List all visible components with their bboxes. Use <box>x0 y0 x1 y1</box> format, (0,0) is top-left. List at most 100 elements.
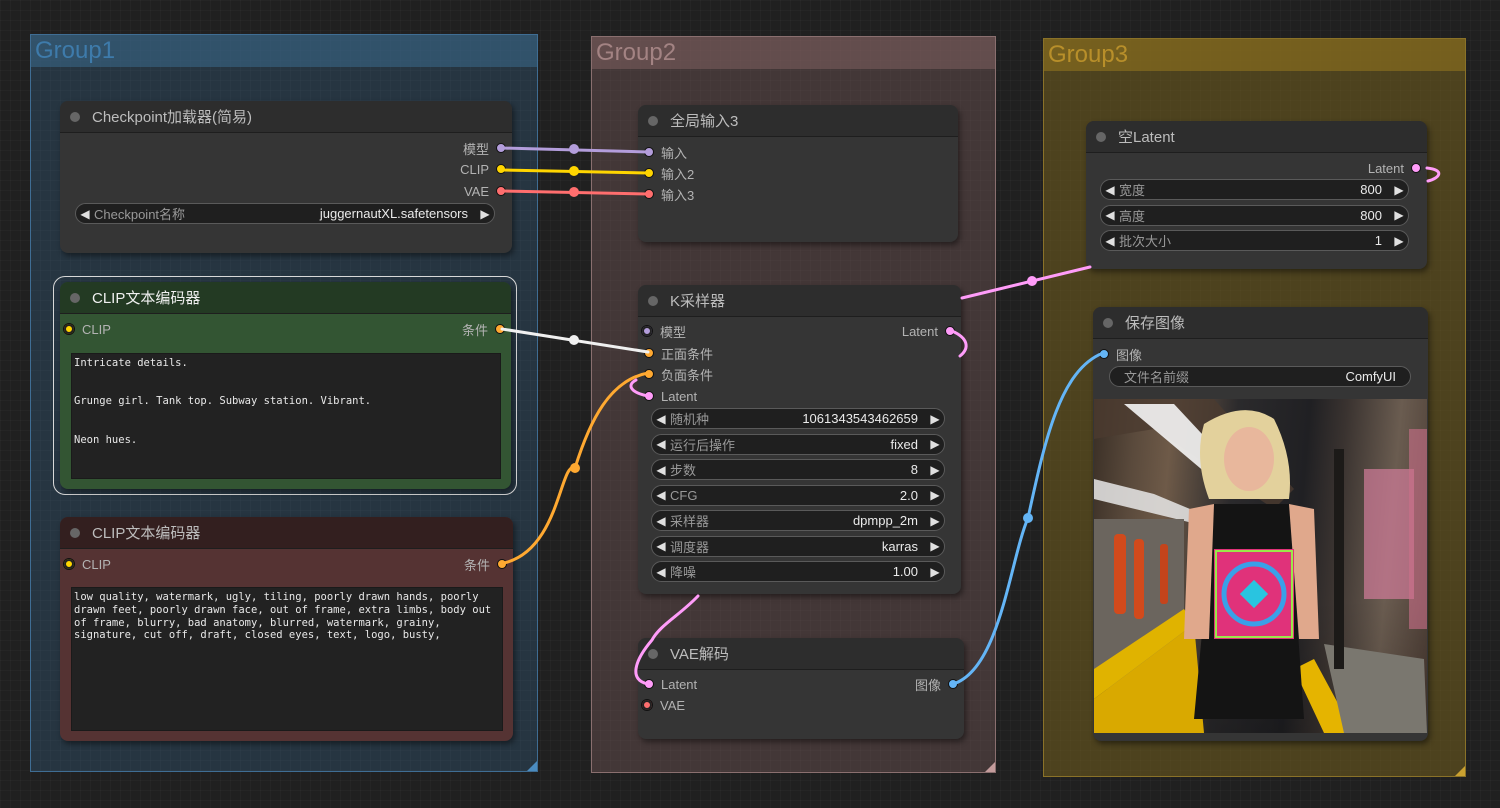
output-slot-latent[interactable]: Latent <box>902 321 955 341</box>
socket-icon[interactable] <box>63 323 75 335</box>
node-header[interactable]: VAE解码 <box>638 638 964 670</box>
input-slot-vae[interactable]: VAE <box>641 695 685 715</box>
socket-icon[interactable] <box>948 679 958 689</box>
socket-icon[interactable] <box>644 147 654 157</box>
widget-5[interactable]: ◀ 调度器 karras ▶ <box>651 535 945 557</box>
group-resize-handle[interactable] <box>527 761 537 771</box>
input-slot-image[interactable]: 图像 <box>1099 344 1142 364</box>
input-slot-positive[interactable]: 正面条件 <box>644 343 713 363</box>
collapse-dot-icon[interactable] <box>1103 317 1113 328</box>
increment-arrow-icon[interactable]: ▶ <box>476 207 494 221</box>
decrement-arrow-icon[interactable]: ◀ <box>652 463 670 477</box>
reroute-dot-model[interactable] <box>569 144 579 154</box>
socket-icon[interactable] <box>644 391 654 401</box>
node-header[interactable]: 保存图像 <box>1093 307 1428 339</box>
prompt-textarea[interactable]: Intricate details. Grunge girl. Tank top… <box>71 353 501 479</box>
node-header[interactable]: K采样器 <box>638 285 961 317</box>
decrement-arrow-icon[interactable]: ◀ <box>1101 183 1119 197</box>
checkpoint-name-combo[interactable]: ◀ Checkpoint名称 juggernautXL.safetensors … <box>75 203 495 224</box>
socket-icon[interactable] <box>644 679 654 689</box>
output-slot-model[interactable]: 模型 <box>463 138 506 158</box>
socket-icon[interactable] <box>644 348 654 358</box>
group-title[interactable]: Group3 <box>1044 39 1465 71</box>
socket-icon[interactable] <box>496 164 506 174</box>
socket-icon[interactable] <box>644 369 654 379</box>
widget-0[interactable]: ◀ 随机种 1061343543462659 ▶ <box>651 408 945 429</box>
output-slot-latent[interactable]: Latent <box>1368 158 1421 178</box>
node-header[interactable]: Checkpoint加载器(简易) <box>60 101 512 133</box>
increment-arrow-icon[interactable]: ▶ <box>926 437 944 451</box>
socket-icon[interactable] <box>945 326 955 336</box>
node-header[interactable]: 全局输入3 <box>638 105 958 137</box>
collapse-dot-icon[interactable] <box>648 648 658 659</box>
widget-1[interactable]: ◀ 高度 800 ▶ <box>1100 204 1409 226</box>
increment-arrow-icon[interactable]: ▶ <box>1390 234 1408 248</box>
node-header[interactable]: CLIP文本编码器 <box>60 517 513 549</box>
socket-icon[interactable] <box>497 559 507 569</box>
input-slot-model[interactable]: 模型 <box>641 321 686 341</box>
socket-icon[interactable] <box>641 699 653 711</box>
prompt-textarea[interactable]: low quality, watermark, ugly, tiling, po… <box>71 587 503 731</box>
socket-icon[interactable] <box>641 325 653 337</box>
decrement-arrow-icon[interactable]: ◀ <box>652 539 670 553</box>
output-slot-clip[interactable]: CLIP <box>460 159 506 179</box>
collapse-dot-icon[interactable] <box>648 115 658 126</box>
clip-text-encode-positive-node[interactable]: CLIP文本编码器 CLIP 条件 Intricate details. Gru… <box>60 282 511 489</box>
output-slot-conditioning[interactable]: 条件 <box>462 319 505 339</box>
input-slot-1[interactable]: 输入 <box>644 142 687 162</box>
decrement-arrow-icon[interactable]: ◀ <box>1101 234 1119 248</box>
decrement-arrow-icon[interactable]: ◀ <box>76 207 94 221</box>
input-slot-latent[interactable]: Latent <box>644 386 697 406</box>
empty-latent-node[interactable]: 空Latent Latent ◀ 宽度 800 ▶ ◀ 高度 800 ▶ ◀ 批次大小 1 ▶ <box>1086 121 1427 269</box>
increment-arrow-icon[interactable]: ▶ <box>926 539 944 553</box>
socket-icon[interactable] <box>495 324 505 334</box>
socket-icon[interactable] <box>63 558 75 570</box>
widget-3[interactable]: ◀ CFG 2.0 ▶ <box>651 484 945 506</box>
input-slot-3[interactable]: 输入3 <box>644 184 694 204</box>
node-header[interactable]: 空Latent <box>1086 121 1427 153</box>
output-slot-image[interactable]: 图像 <box>915 674 958 694</box>
node-header[interactable]: CLIP文本编码器 <box>60 282 511 314</box>
checkpoint-loader-node[interactable]: Checkpoint加载器(简易) 模型 CLIP VAE ◀ Checkpoi… <box>60 101 512 253</box>
input-slot-clip[interactable]: CLIP <box>63 319 111 339</box>
widget-6[interactable]: ◀ 降噪 1.00 ▶ <box>651 561 945 582</box>
increment-arrow-icon[interactable]: ▶ <box>926 565 944 579</box>
socket-icon[interactable] <box>1411 163 1421 173</box>
reroute-dot-image[interactable] <box>1023 513 1033 523</box>
widget-2[interactable]: ◀ 批次大小 1 ▶ <box>1100 230 1409 251</box>
clip-text-encode-negative-node[interactable]: CLIP文本编码器 CLIP 条件 low quality, watermark… <box>60 517 513 741</box>
image-preview[interactable] <box>1094 399 1427 733</box>
filename-prefix-input[interactable]: 文件名前缀 ComfyUI <box>1109 366 1411 387</box>
group-title[interactable]: Group2 <box>592 37 995 69</box>
save-image-node[interactable]: 保存图像 图像 文件名前缀 ComfyUI <box>1093 307 1428 741</box>
group-title[interactable]: Group1 <box>31 35 537 67</box>
decrement-arrow-icon[interactable]: ◀ <box>1101 208 1119 222</box>
reroute-dot-vae[interactable] <box>569 187 579 197</box>
decrement-arrow-icon[interactable]: ◀ <box>652 565 670 579</box>
widget-2[interactable]: ◀ 步数 8 ▶ <box>651 459 945 480</box>
output-slot-conditioning[interactable]: 条件 <box>464 554 507 574</box>
collapse-dot-icon[interactable] <box>70 527 80 538</box>
increment-arrow-icon[interactable]: ▶ <box>1390 208 1408 222</box>
decrement-arrow-icon[interactable]: ◀ <box>652 437 670 451</box>
socket-icon[interactable] <box>644 189 654 199</box>
output-slot-vae[interactable]: VAE <box>464 181 506 201</box>
increment-arrow-icon[interactable]: ▶ <box>1390 183 1408 197</box>
collapse-dot-icon[interactable] <box>1096 131 1106 142</box>
reroute-dot-latent[interactable] <box>1027 276 1037 286</box>
collapse-dot-icon[interactable] <box>70 111 80 122</box>
decrement-arrow-icon[interactable]: ◀ <box>652 412 670 426</box>
widget-0[interactable]: ◀ 宽度 800 ▶ <box>1100 179 1409 200</box>
input-slot-negative[interactable]: 负面条件 <box>644 364 713 384</box>
socket-icon[interactable] <box>644 168 654 178</box>
increment-arrow-icon[interactable]: ▶ <box>926 488 944 502</box>
global-input-node[interactable]: 全局输入3 输入 输入2 输入3 <box>638 105 958 242</box>
reroute-dot-clip[interactable] <box>569 166 579 176</box>
socket-icon[interactable] <box>496 186 506 196</box>
input-slot-latent[interactable]: Latent <box>644 674 697 694</box>
increment-arrow-icon[interactable]: ▶ <box>926 412 944 426</box>
collapse-dot-icon[interactable] <box>648 295 658 306</box>
increment-arrow-icon[interactable]: ▶ <box>926 514 944 528</box>
reroute-dot-positive[interactable] <box>569 335 579 345</box>
group-resize-handle[interactable] <box>1455 766 1465 776</box>
